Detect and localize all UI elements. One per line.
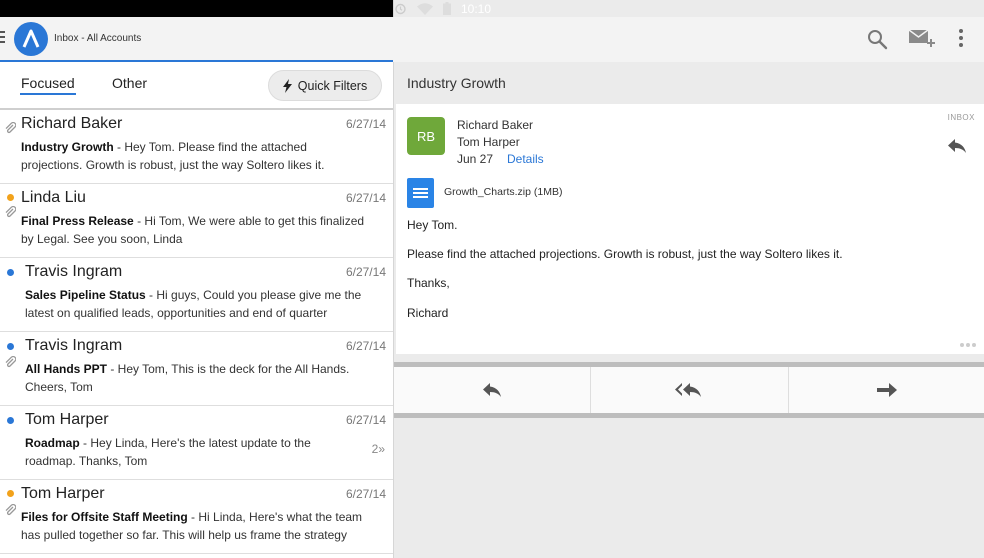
wifi-icon [417,2,433,15]
reply-icon[interactable] [947,138,967,154]
quick-filters-label: Quick Filters [297,78,368,93]
message-date: 6/27/14 [345,117,386,131]
to-name[interactable]: Tom Harper [457,135,520,149]
forward-button[interactable] [789,367,984,413]
paperclip-icon [5,356,16,368]
message-subject: Roadmap [25,436,80,450]
tab-other[interactable]: Other [112,75,147,91]
message-preview: All Hands PPT - Hey Tom, This is the dec… [25,360,369,396]
message-snippet: Cheers, Tom [25,380,93,394]
message-sender: Richard Baker [21,115,123,132]
account-title[interactable]: Inbox - All Accounts [54,33,141,44]
quick-filters-button[interactable]: Quick Filters [268,70,382,101]
message-snippet: latest on qualified leads, opportunities… [25,306,328,320]
message-date: 6/27/14 [345,191,386,205]
message-date: 6/27/14 [345,339,386,353]
message-snippet: - Hi guys, Could you please give me the [145,288,362,302]
message-date: 6/27/14 [345,487,386,501]
message-preview: Roadmap - Hey Linda, Here's the latest u… [25,434,369,470]
message-snippet: - Hi Linda, Here's what the team [187,510,363,524]
message-sender: Tom Harper [25,411,109,428]
paperclip-icon [5,122,16,134]
message-date: 6/27/14 [345,265,386,279]
reply-all-button[interactable] [591,367,789,413]
message-card: INBOX RB Richard Baker Tom Harper Jun 27… [396,104,984,354]
battery-icon [443,2,451,15]
unread-indicator [7,417,14,424]
message-sender: Travis Ingram [25,263,123,280]
flag-indicator [7,490,14,497]
message-snippet: has pulled together so far. This will he… [21,528,347,542]
message-subject: Final Press Release [21,214,134,228]
message-row[interactable]: Travis Ingram 6/27/14 Sales Pipeline Sta… [0,258,393,332]
more-icon[interactable] [960,343,976,347]
message-preview: Industry Growth - Hey Tom. Please find t… [21,138,369,174]
body-line: Please find the attached projections. Gr… [407,247,843,261]
reading-pane: Industry Growth INBOX RB Richard Baker T… [393,62,984,558]
avatar[interactable]: RB [407,117,445,155]
message-snippet: - Hey Tom, This is the deck for the All … [107,362,350,376]
message-snippet: roadmap. Thanks, Tom [25,454,148,468]
file-icon[interactable] [407,178,434,208]
lightning-icon [282,78,292,93]
alarm-icon [395,3,406,15]
message-list-pane: Focused Other Quick Filters Richard Bake… [0,62,393,558]
status-bar: 10:10 [0,0,984,17]
message-snippet: - Hey Linda, Here's the latest update to… [79,436,311,450]
forward-icon [876,383,897,397]
reading-subject: Industry Growth [407,75,506,91]
message-snippet: by Legal. See you soon, Linda [21,232,183,246]
app-logo-icon[interactable] [14,22,48,56]
body-line: Thanks, [407,276,450,290]
overflow-icon[interactable] [959,29,965,49]
message-row[interactable]: Richard Baker 6/27/14 Industry Growth - … [0,110,393,184]
message-row[interactable]: Tom Harper 6/27/14 Roadmap - Hey Linda, … [0,406,393,480]
message-subject: Sales Pipeline Status [25,288,146,302]
message-snippet: - Hi Tom, We were able to get this final… [133,214,365,228]
message-date: Jun 27 [457,152,494,166]
tab-bar: Focused Other Quick Filters [0,62,393,108]
paperclip-icon [5,206,16,218]
search-icon[interactable] [866,28,888,50]
message-preview: Files for Offsite Staff Meeting - Hi Lin… [21,508,369,544]
paperclip-icon [5,504,16,516]
app-bar: Inbox - All Accounts [0,17,984,63]
reply-all-icon [675,383,702,397]
clock: 10:10 [461,1,492,16]
message-subject: Industry Growth [21,140,114,154]
reply-button[interactable] [394,367,592,413]
reply-icon [483,383,502,397]
folder-tag: INBOX [947,113,975,122]
message-subject: All Hands PPT [25,362,108,376]
message-snippet: - Hey Tom. Please find the attached [113,140,307,154]
message-snippet: projections. Growth is robust, just the … [21,158,325,172]
unread-indicator [7,343,14,350]
message-sender: Linda Liu [21,189,86,206]
flag-indicator [7,194,14,201]
details-link[interactable]: Details [507,152,544,166]
message-sender: Tom Harper [21,485,105,502]
message-row[interactable]: Tom Harper 6/27/14 Files for Offsite Sta… [0,480,393,554]
message-subject: Files for Offsite Staff Meeting [21,510,188,524]
message-preview: Final Press Release - Hi Tom, We were ab… [21,212,369,248]
message-sender: Travis Ingram [25,337,123,354]
body-line: Hey Tom. [407,218,458,232]
attachment-name[interactable]: Growth_Charts.zip (1MB) [444,186,562,198]
thread-count: 2» [371,442,385,456]
action-bar [394,362,984,418]
body-line: Richard [407,306,449,320]
from-name[interactable]: Richard Baker [457,118,533,132]
thread-count-value: 2 [371,442,379,456]
tab-focused[interactable]: Focused [20,75,76,95]
menu-icon[interactable] [0,31,6,47]
message-row[interactable]: Travis Ingram 6/27/14 All Hands PPT - He… [0,332,393,406]
message-date: 6/27/14 [345,413,386,427]
unread-indicator [7,269,14,276]
message-preview: Sales Pipeline Status - Hi guys, Could y… [25,286,369,322]
message-row[interactable]: Linda Liu 6/27/14 Final Press Release - … [0,184,393,258]
compose-icon[interactable] [908,28,936,50]
